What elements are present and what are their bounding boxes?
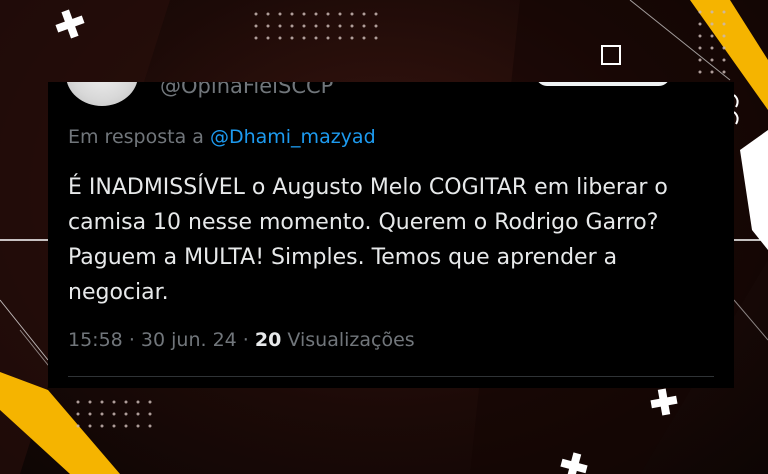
meta-separator: · bbox=[242, 329, 249, 351]
tweet-meta: 15:58 · 30 jun. 24 · 20 Visualizações bbox=[68, 329, 415, 351]
close-icon[interactable] bbox=[601, 45, 621, 65]
tweet-time[interactable]: 15:58 bbox=[68, 329, 123, 351]
views-count: 20 bbox=[254, 329, 282, 351]
reply-to-handle[interactable]: @Dhami_mazyad bbox=[210, 126, 376, 148]
meta-separator: · bbox=[128, 329, 135, 351]
author-handle[interactable]: @OpinaFielSCCP bbox=[160, 82, 333, 98]
tweet-card: @OpinaFielSCCP Em resposta a @Dhami_mazy… bbox=[48, 82, 734, 388]
tweet-text: É INADMISSÍVEL o Augusto Melo COGITAR em… bbox=[68, 175, 668, 305]
reply-context: Em resposta a @Dhami_mazyad bbox=[68, 126, 376, 148]
dot-grid-top bbox=[254, 12, 378, 40]
dot-grid-bottom bbox=[76, 400, 152, 428]
tweet-date[interactable]: 30 jun. 24 bbox=[141, 329, 237, 351]
avatar[interactable] bbox=[66, 82, 138, 106]
divider bbox=[68, 376, 714, 377]
views-label: Visualizações bbox=[287, 329, 415, 351]
follow-button[interactable] bbox=[536, 82, 670, 86]
reply-prefix: Em resposta a bbox=[68, 126, 204, 148]
